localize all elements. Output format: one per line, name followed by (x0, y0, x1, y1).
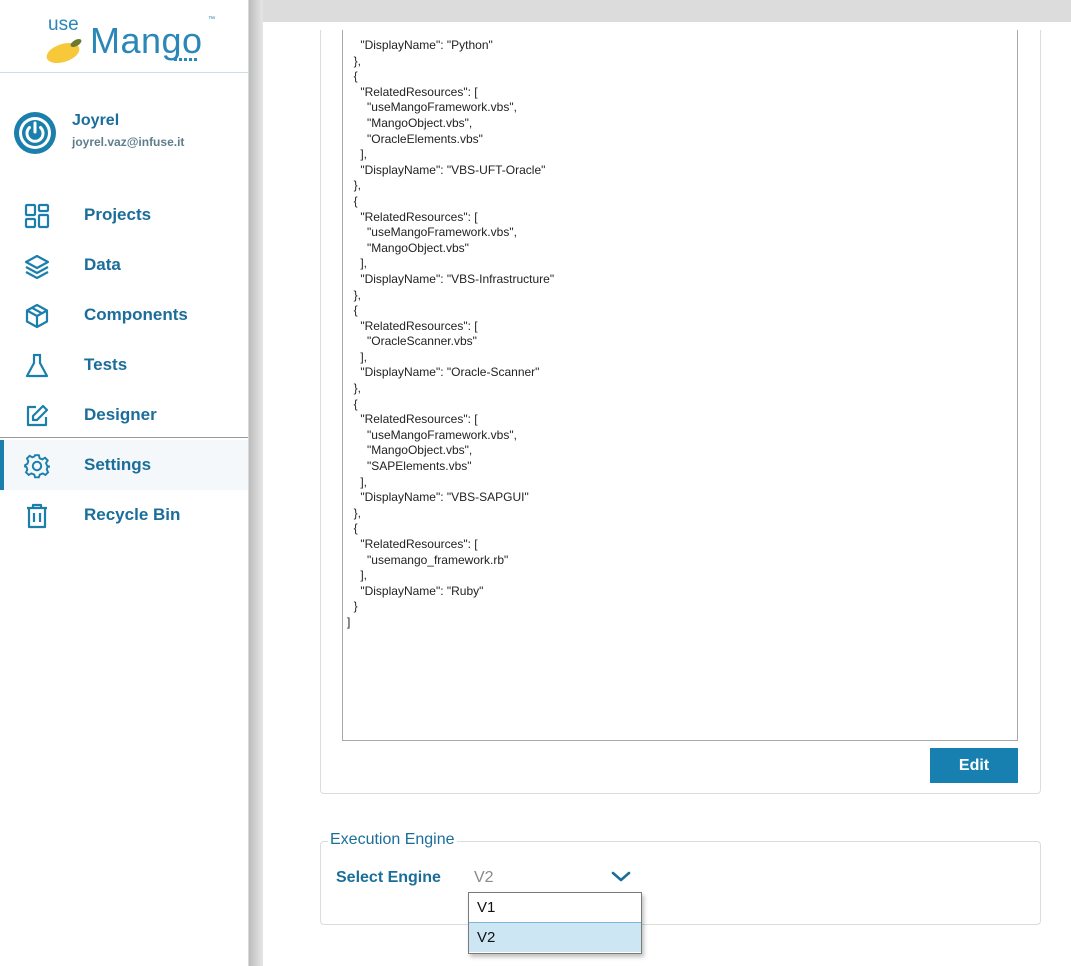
sidebar-shadow (249, 0, 263, 966)
select-engine-label: Select Engine (336, 869, 441, 886)
sidebar: use Mango ™ Joyrel joyrel.vaz@infuse.it (0, 0, 249, 966)
edit-icon (26, 404, 49, 427)
sidebar-item-label: Data (84, 255, 121, 274)
sidebar-item-data[interactable]: Data (0, 240, 248, 290)
engine-dropdown-list: V1 V2 (468, 892, 642, 954)
trash-icon (27, 503, 47, 529)
sidebar-item-recycle-bin[interactable]: Recycle Bin (0, 490, 248, 540)
user-name: Joyrel (72, 112, 120, 129)
layers-icon (24, 254, 50, 279)
user-email: joyrel.vaz@infuse.it (72, 135, 185, 149)
engine-option-label: V2 (477, 929, 496, 946)
trademark-mark: ™ (208, 16, 215, 23)
execution-engine-title: Execution Engine (328, 831, 457, 849)
engine-select-value: V2 (474, 869, 494, 886)
sidebar-item-settings[interactable]: Settings (0, 440, 248, 490)
sidebar-item-label: Tests (84, 355, 128, 374)
logo-prefix: use (48, 14, 79, 35)
logo-divider (0, 72, 248, 73)
sidebar-nav: Projects Data Components Tests Designer … (0, 190, 248, 540)
engine-select[interactable]: V2 (466, 862, 640, 892)
logo-dots (174, 58, 198, 61)
flask-icon (25, 353, 49, 378)
sidebar-item-projects[interactable]: Projects (0, 190, 248, 240)
app-logo[interactable]: use Mango ™ (44, 14, 215, 67)
sidebar-item-label: Designer (84, 405, 157, 424)
power-avatar-icon (14, 112, 56, 154)
nav-divider (0, 437, 248, 438)
sidebar-item-components[interactable]: Components (0, 290, 248, 340)
sidebar-item-label: Projects (84, 205, 152, 224)
chevron-down-icon (611, 871, 631, 882)
edit-button[interactable]: Edit (930, 748, 1018, 783)
gear-icon (24, 454, 50, 479)
engine-option-label: V1 (477, 899, 496, 916)
sidebar-item-tests[interactable]: Tests (0, 340, 248, 390)
languages-json-editor[interactable]: "DisplayName": "Python" }, { "RelatedRes… (342, 30, 1018, 741)
cube-icon (25, 303, 49, 329)
engine-option-v2[interactable]: V2 (469, 922, 641, 952)
sidebar-item-designer[interactable]: Designer (0, 390, 248, 440)
logo-name: Mango (90, 20, 203, 61)
json-content: "DisplayName": "Python" }, { "RelatedRes… (347, 38, 555, 629)
engine-option-v1[interactable]: V1 (469, 893, 641, 922)
projects-icon (24, 203, 50, 229)
sidebar-item-label: Settings (84, 455, 152, 474)
active-indicator (0, 440, 4, 490)
sidebar-item-label: Components (84, 305, 188, 324)
user-profile[interactable]: Joyrel joyrel.vaz@infuse.it (14, 108, 244, 158)
sidebar-item-label: Recycle Bin (84, 505, 181, 524)
top-strip (249, 0, 1071, 22)
